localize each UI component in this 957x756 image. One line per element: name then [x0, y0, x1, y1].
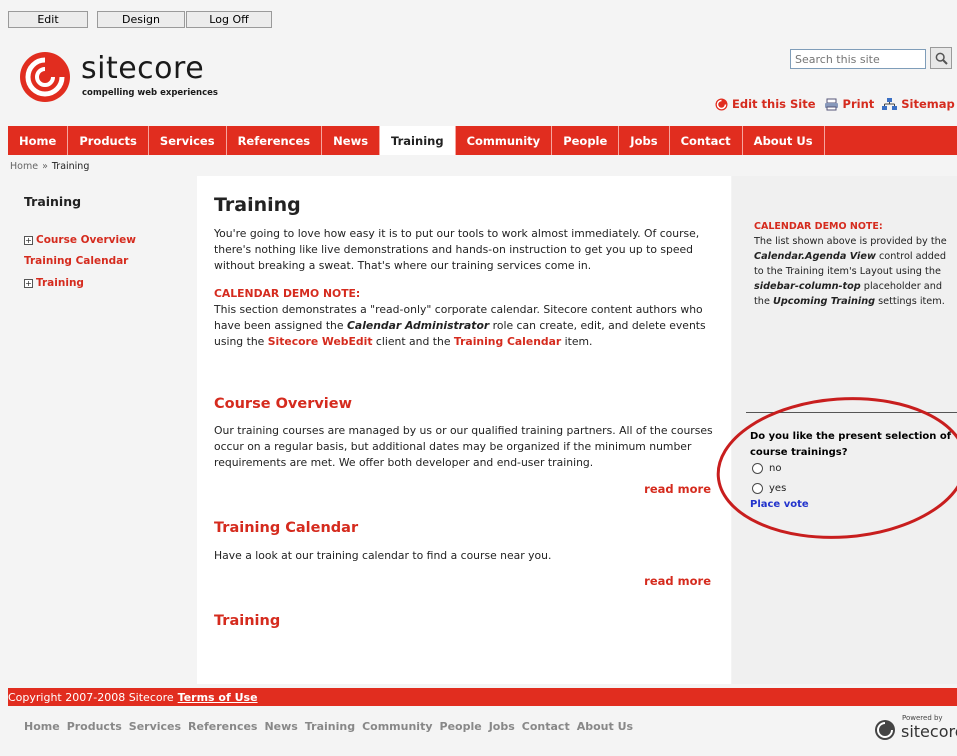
section-text-training-calendar: Have a look at our training calendar to …	[214, 549, 552, 562]
sidebar-note-heading: CALENDAR DEMO NOTE:	[754, 221, 883, 232]
printer-icon	[824, 98, 838, 110]
leftnav-item-training[interactable]: + Training	[24, 277, 84, 289]
footer-link-references[interactable]: References	[188, 720, 257, 733]
sidebar-note-text: settings item.	[875, 296, 945, 307]
print-link[interactable]: Print	[824, 97, 875, 111]
editor-toolbar: Edit Design Log Off	[0, 0, 957, 30]
logoff-button[interactable]: Log Off	[186, 11, 272, 28]
sitemap-label: Sitemap	[901, 97, 955, 111]
leftnav-title: Training	[24, 194, 82, 209]
expand-plus-icon[interactable]: +	[24, 278, 33, 288]
nav-news[interactable]: News	[322, 126, 381, 155]
powered-by-sitecore[interactable]: Powered by sitecore	[870, 714, 957, 742]
footer-link-services[interactable]: Services	[129, 720, 181, 733]
sidebar-note-emph: Upcoming Training	[772, 296, 876, 307]
leftnav-item-label: Training	[36, 277, 84, 289]
sitemap-icon	[882, 97, 898, 110]
nav-training[interactable]: Training	[380, 126, 456, 155]
expand-plus-icon[interactable]: +	[24, 235, 33, 245]
demo-note-body: This section demonstrates a "read-only" …	[214, 302, 719, 350]
sitecore-logo[interactable]: sitecore compelling web experiences	[18, 48, 218, 104]
footer-link-training[interactable]: Training	[305, 720, 355, 733]
nav-community[interactable]: Community	[456, 126, 553, 155]
leftnav-item-training-calendar[interactable]: Training Calendar	[24, 255, 128, 267]
breadcrumb-current: Training	[51, 161, 90, 172]
nav-products[interactable]: Products	[68, 126, 149, 155]
nav-about-us[interactable]: About Us	[743, 126, 825, 155]
design-button[interactable]: Design	[97, 11, 185, 28]
breadcrumb-home[interactable]: Home	[10, 161, 38, 172]
intro-text: You're going to love how easy it is to p…	[214, 227, 700, 272]
left-sidebar: Training + Course Overview Training Calen…	[8, 176, 196, 684]
powered-by-brand: sitecore	[901, 722, 957, 741]
sidebar-note-body: The list shown above is provided by the …	[754, 234, 954, 309]
sidebar-note-text: The list shown above is provided by the	[754, 236, 947, 247]
search-icon	[935, 52, 948, 65]
section-title-training-calendar[interactable]: Training Calendar	[214, 520, 358, 536]
nav-home[interactable]: Home	[8, 126, 69, 155]
demo-note: CALENDAR DEMO NOTE: This section demonst…	[214, 286, 719, 350]
copyright-text: Copyright 2007-2008 Sitecore	[8, 690, 174, 704]
section-text-course-overview: Our training courses are managed by us o…	[214, 424, 713, 469]
footer-link-products[interactable]: Products	[67, 720, 122, 733]
footer-bar: Copyright 2007-2008 Sitecore Terms of Us…	[8, 688, 957, 706]
sitemap-link[interactable]: Sitemap	[882, 97, 955, 111]
training-calendar-link[interactable]: Training Calendar	[454, 335, 561, 348]
terms-of-use-link[interactable]: Terms of Use	[178, 691, 258, 704]
main-navigation: Home Products Services References News T…	[8, 126, 957, 155]
powered-by-label: Powered by	[902, 714, 943, 722]
nav-jobs[interactable]: Jobs	[619, 126, 670, 155]
footer-links: Home Products Services References News T…	[24, 720, 640, 733]
main-content: Training You're going to love how easy i…	[197, 176, 731, 684]
footer-link-people[interactable]: People	[440, 720, 482, 733]
edit-button[interactable]: Edit	[8, 11, 88, 28]
logo-tagline: compelling web experiences	[82, 88, 218, 98]
footer-link-home[interactable]: Home	[24, 720, 60, 733]
breadcrumb-separator: »	[42, 161, 48, 172]
leftnav-item-course-overview[interactable]: + Course Overview	[24, 234, 136, 246]
sidebar-note-emph: Calendar.Agenda View	[754, 251, 876, 262]
leftnav-item-label: Course Overview	[36, 234, 136, 246]
sidebar-note-emph: sidebar-column-top	[754, 281, 861, 292]
footer-link-jobs[interactable]: Jobs	[489, 720, 515, 733]
nav-people[interactable]: People	[552, 126, 620, 155]
nav-contact[interactable]: Contact	[670, 126, 743, 155]
annotation-ellipse	[716, 397, 957, 539]
sitecore-small-icon	[715, 98, 728, 110]
edit-site-link[interactable]: Edit this Site	[715, 97, 816, 111]
nav-services[interactable]: Services	[149, 126, 227, 155]
leftnav-item-label: Training Calendar	[24, 255, 129, 267]
footer-link-contact[interactable]: Contact	[522, 720, 570, 733]
search-input[interactable]	[790, 49, 926, 69]
footer-link-news[interactable]: News	[264, 720, 297, 733]
footer-link-community[interactable]: Community	[362, 720, 432, 733]
edit-site-label: Edit this Site	[732, 97, 816, 111]
webedit-link[interactable]: Sitecore WebEdit	[268, 335, 373, 348]
footer-link-about-us[interactable]: About Us	[577, 720, 633, 733]
demo-note-text: item.	[561, 335, 593, 348]
sitecore-logo-icon	[20, 52, 70, 102]
utility-links: Edit this Site Print Sitemap	[715, 95, 957, 113]
read-more-training-calendar[interactable]: read more	[644, 574, 711, 588]
demo-note-role: Calendar Administrator	[346, 319, 490, 332]
sitecore-gray-logo-icon	[875, 720, 895, 740]
search-button[interactable]	[930, 47, 952, 69]
logo-wordmark: sitecore	[81, 51, 205, 86]
section-title-course-overview[interactable]: Course Overview	[214, 396, 352, 412]
page-title: Training	[214, 194, 301, 216]
demo-note-heading: CALENDAR DEMO NOTE:	[214, 287, 361, 300]
section-title-training[interactable]: Training	[214, 613, 280, 629]
demo-note-text: client and the	[372, 335, 454, 348]
print-label: Print	[842, 97, 875, 111]
breadcrumb: Home » Training	[10, 161, 89, 172]
read-more-course-overview[interactable]: read more	[644, 482, 711, 496]
nav-references[interactable]: References	[227, 126, 323, 155]
